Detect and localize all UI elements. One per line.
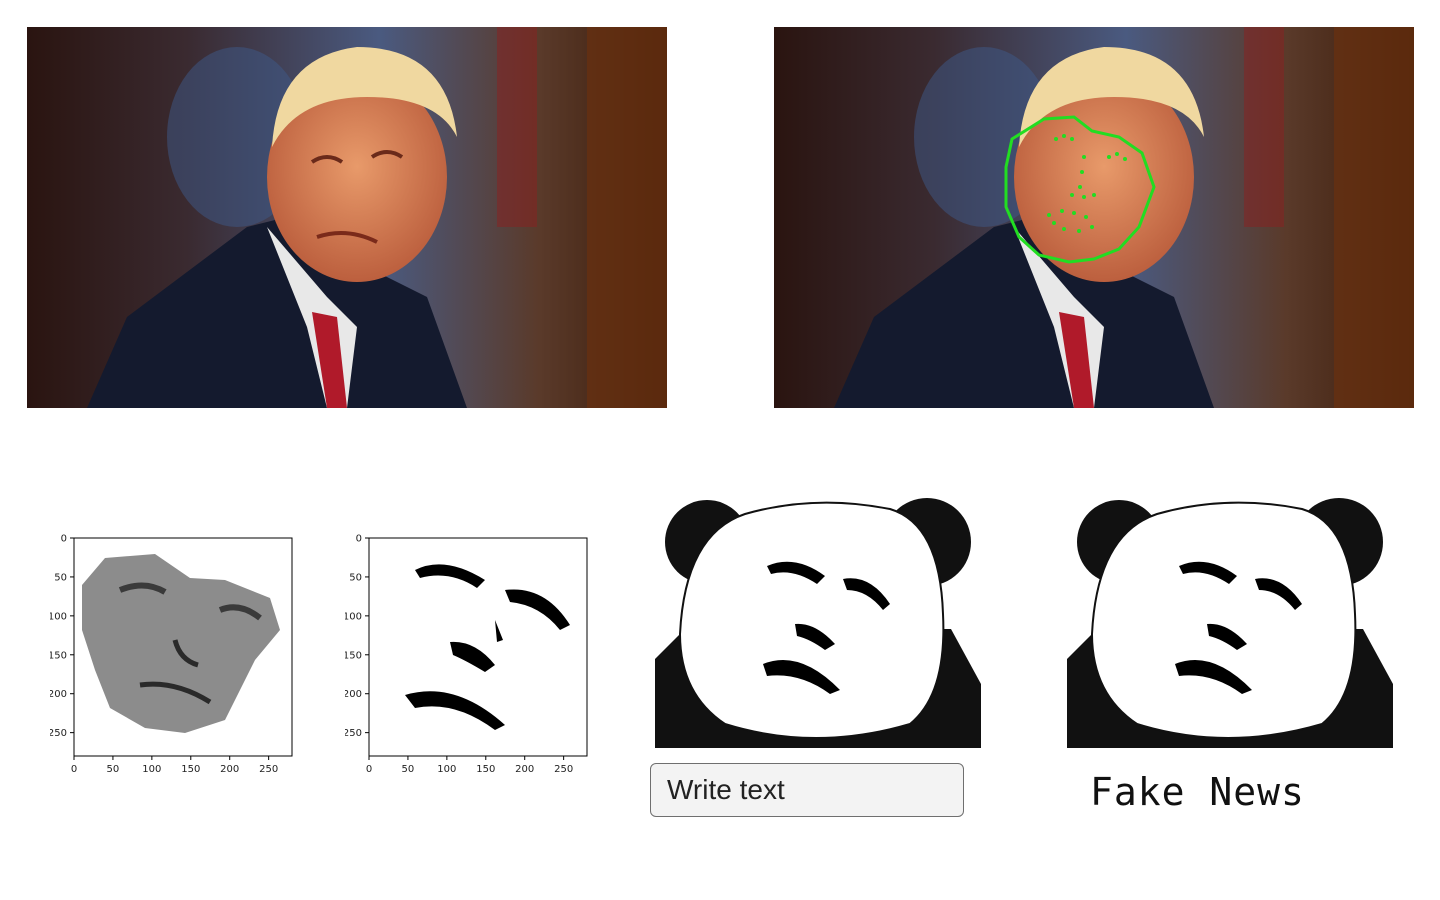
y-tick-label: 100 bbox=[345, 611, 362, 622]
y-tick-label: 50 bbox=[54, 572, 67, 583]
x-tick-label: 100 bbox=[142, 764, 161, 775]
y-tick-label: 250 bbox=[345, 728, 362, 739]
x-tick-label: 50 bbox=[402, 764, 415, 775]
x-tick-label: 0 bbox=[71, 764, 77, 775]
y-tick-label: 0 bbox=[61, 534, 67, 545]
x-tick-label: 100 bbox=[437, 764, 456, 775]
meme-caption-text: Fake News bbox=[1090, 770, 1305, 814]
y-tick-label: 100 bbox=[50, 611, 67, 622]
panda-meme-editable bbox=[655, 494, 981, 750]
y-tick-label: 150 bbox=[345, 650, 362, 661]
threshold-face-plot: 0 50 100 150 200 250 0 50 100 150 200 250 bbox=[345, 530, 615, 780]
x-tick-label: 250 bbox=[259, 764, 278, 775]
x-tick-label: 150 bbox=[181, 764, 200, 775]
y-tick-label: 200 bbox=[345, 689, 362, 700]
x-tick-label: 50 bbox=[107, 764, 120, 775]
x-tick-label: 250 bbox=[554, 764, 573, 775]
y-tick-label: 50 bbox=[349, 572, 362, 583]
x-tick-label: 0 bbox=[366, 764, 372, 775]
y-tick-label: 200 bbox=[50, 689, 67, 700]
x-tick-label: 200 bbox=[515, 764, 534, 775]
original-photo bbox=[27, 27, 667, 408]
y-tick-label: 250 bbox=[50, 728, 67, 739]
landmark-photo bbox=[774, 27, 1414, 408]
panda-meme-result bbox=[1067, 494, 1393, 750]
x-tick-label: 200 bbox=[220, 764, 239, 775]
y-tick-label: 150 bbox=[50, 650, 67, 661]
x-tick-label: 150 bbox=[476, 764, 495, 775]
y-tick-label: 0 bbox=[356, 534, 362, 545]
meme-text-input[interactable] bbox=[650, 763, 964, 817]
grayscale-face-plot: 0 50 100 150 200 250 0 50 100 150 200 250 bbox=[50, 530, 320, 780]
